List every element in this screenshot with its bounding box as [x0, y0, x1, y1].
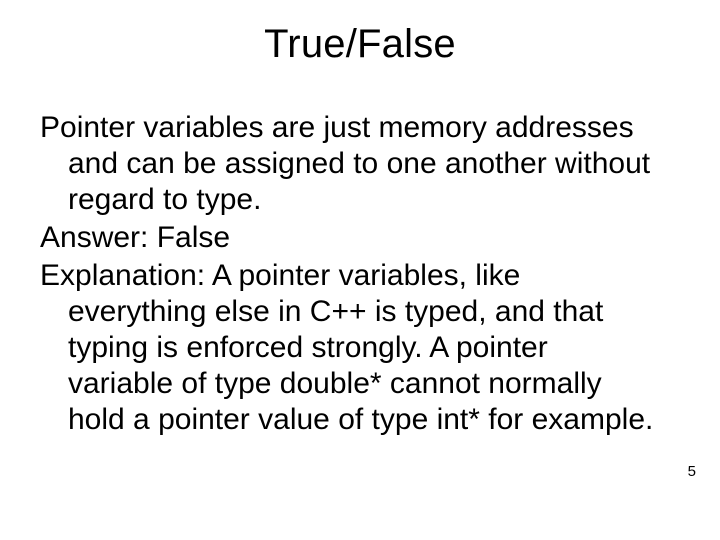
explanation-label: Explanation: — [40, 259, 205, 292]
explanation-line: Explanation: A pointer variables, like e… — [40, 258, 660, 438]
question-text: Pointer variables are just memory addres… — [40, 110, 660, 218]
slide-body: Pointer variables are just memory addres… — [40, 110, 660, 440]
answer-label: Answer: — [40, 221, 148, 254]
answer-value: False — [157, 221, 230, 254]
slide-title: True/False — [0, 22, 720, 67]
answer-line: Answer: False — [40, 220, 660, 256]
slide: True/False Pointer variables are just me… — [0, 0, 720, 540]
page-number: 5 — [688, 463, 696, 480]
